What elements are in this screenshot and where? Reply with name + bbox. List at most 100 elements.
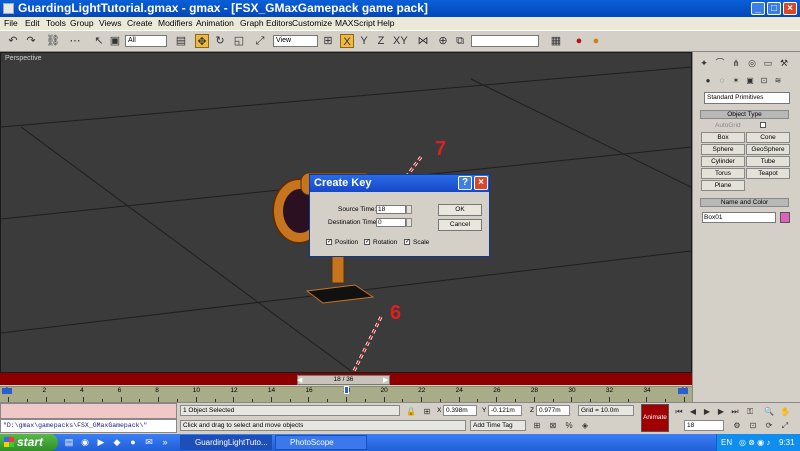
maximize-button[interactable]: □ [767, 2, 781, 15]
menu-customize[interactable]: Customize [292, 18, 332, 28]
quicklaunch-desktop-icon[interactable]: ▤ [62, 435, 76, 449]
sphere-button[interactable]: Sphere [701, 144, 745, 155]
time-slider[interactable]: 18 / 36 [297, 375, 390, 385]
align-icon[interactable]: ⊕ [436, 34, 450, 48]
menu-views[interactable]: Views [99, 18, 122, 28]
cylinder-button[interactable]: Cylinder [701, 156, 745, 167]
tube-button[interactable]: Tube [746, 156, 790, 167]
region-select-icon[interactable]: ▣ [108, 34, 122, 48]
ok-button[interactable]: OK [438, 204, 482, 216]
snap-toggle-icon[interactable]: ⊞ [530, 419, 544, 433]
go-to-start-icon[interactable]: ⏮ [672, 405, 686, 419]
task-photoscope[interactable]: PhotoScope [275, 435, 367, 450]
minimize-button[interactable]: _ [751, 2, 765, 15]
current-frame-marker[interactable] [344, 386, 349, 394]
hierarchy-tab-icon[interactable]: ⋔ [729, 56, 743, 70]
next-frame-icon[interactable]: ▶ [714, 405, 728, 419]
lock-icon[interactable]: 🔒 [404, 405, 418, 419]
move-icon[interactable]: ✥ [195, 34, 209, 48]
shapes-icon[interactable]: ◌ [715, 74, 729, 88]
transform-gizmo-icon[interactable]: ⤢ [253, 34, 267, 48]
spinner-snap-icon[interactable]: ◈ [578, 419, 592, 433]
utilities-tab-icon[interactable]: ⚒ [777, 56, 791, 70]
keyframe-start[interactable] [2, 388, 12, 394]
zoom-region-icon[interactable]: ⊡ [746, 419, 760, 433]
helpers-icon[interactable]: ⊡ [757, 74, 771, 88]
close-button[interactable]: × [783, 2, 797, 15]
maximize-viewport-icon[interactable]: ⤢ [778, 419, 792, 433]
select-arrow-icon[interactable]: ↖ [92, 34, 106, 48]
go-to-end-icon[interactable]: ⏭ [728, 405, 742, 419]
language-indicator[interactable]: EN [721, 434, 732, 451]
menu-graph-editors[interactable]: Graph Editors [240, 18, 292, 28]
constrain-x-icon[interactable]: X [340, 34, 354, 48]
position-checkbox[interactable]: ✓ [326, 239, 332, 245]
rotate-icon[interactable]: ↻ [213, 34, 227, 48]
z-coordinate-field[interactable]: 0.977m [536, 405, 570, 416]
select-by-name-icon[interactable]: ▤ [174, 34, 188, 48]
menu-edit[interactable]: Edit [25, 18, 40, 28]
named-selection-select[interactable] [471, 35, 539, 47]
teapot-button[interactable]: Teapot [746, 168, 790, 179]
absolute-mode-icon[interactable]: ⊞ [420, 405, 434, 419]
menu-maxscript[interactable]: MAXScript [335, 18, 375, 28]
keyframe-end[interactable] [678, 388, 688, 394]
menu-file[interactable]: File [4, 18, 18, 28]
constrain-xy-icon[interactable]: XY [393, 34, 408, 48]
material-editor-icon[interactable]: ▦ [549, 34, 563, 48]
display-tab-icon[interactable]: ▭ [761, 56, 775, 70]
undo-icon[interactable]: ↶ [6, 34, 20, 48]
animate-button[interactable]: Animate [641, 404, 669, 432]
snap-icon[interactable]: ⧉ [453, 34, 467, 48]
lights-icon[interactable]: ✶ [729, 74, 743, 88]
time-config-icon[interactable]: ⚙ [730, 419, 744, 433]
geosphere-button[interactable]: GeoSphere [746, 144, 790, 155]
motion-tab-icon[interactable]: ◎ [745, 56, 759, 70]
question-icon[interactable]: ? [458, 176, 472, 190]
source-time-spinner[interactable] [406, 205, 412, 214]
arc-rotate-icon[interactable]: ⟳ [762, 419, 776, 433]
slider-next-icon[interactable]: ▶ [383, 376, 388, 384]
constrain-y-icon[interactable]: Y [357, 34, 371, 48]
maxscript-mini-listener-top[interactable] [0, 403, 177, 419]
quick-render-icon[interactable]: ● [589, 34, 603, 48]
maxscript-mini-listener[interactable]: "D:\gmax\gamepacks\FSX_GMaxGamepack\" [0, 419, 177, 433]
menu-animation[interactable]: Animation [196, 18, 234, 28]
x-coordinate-field[interactable]: 0.398m [443, 405, 477, 416]
pivot-icon[interactable]: ⊞ [321, 34, 335, 48]
track-bar[interactable]: 024681012141618202224262830323436 [0, 386, 692, 402]
object-name-field[interactable]: Box01 [702, 212, 776, 223]
percent-snap-icon[interactable]: % [562, 419, 576, 433]
create-tab-icon[interactable]: ✦ [697, 56, 711, 70]
quicklaunch-more-icon[interactable]: » [158, 435, 172, 449]
task-gmax[interactable]: GuardingLightTuto... [180, 435, 272, 450]
unlink-icon[interactable]: ⋯ [68, 34, 82, 48]
play-icon[interactable]: ▶ [700, 405, 714, 419]
spacewarps-icon[interactable]: ≋ [771, 74, 785, 88]
autogrid-checkbox[interactable] [760, 122, 766, 128]
menu-tools[interactable]: Tools [46, 18, 66, 28]
previous-frame-icon[interactable]: ◀ [686, 405, 700, 419]
render-teapot-icon[interactable]: ● [572, 34, 586, 48]
y-coordinate-field[interactable]: -0.121m [488, 405, 522, 416]
selection-filter-select[interactable]: All [125, 35, 167, 47]
close-icon[interactable]: × [474, 176, 488, 190]
box-button[interactable]: Box [701, 132, 745, 143]
current-frame-field[interactable]: 18 [684, 420, 724, 431]
menu-help[interactable]: Help [377, 18, 394, 28]
cancel-button[interactable]: Cancel [438, 219, 482, 231]
destination-time-spinner[interactable] [406, 218, 412, 227]
zoom-icon[interactable]: 🔍 [762, 405, 776, 419]
add-time-tag[interactable]: Add Time Tag [470, 420, 526, 431]
tray-icons[interactable]: ◎ ⊗ ◉ ♪ [739, 434, 770, 451]
constrain-z-icon[interactable]: Z [374, 34, 388, 48]
key-mode-icon[interactable]: ⚿ [743, 405, 757, 419]
destination-time-field[interactable]: 0 [376, 218, 406, 227]
cameras-icon[interactable]: ▣ [743, 74, 757, 88]
torus-button[interactable]: Torus [701, 168, 745, 179]
redo-icon[interactable]: ↷ [24, 34, 38, 48]
rotation-checkbox[interactable]: ✓ [364, 239, 370, 245]
menu-group[interactable]: Group [70, 18, 94, 28]
name-color-header[interactable]: Name and Color [700, 198, 789, 207]
object-color-swatch[interactable] [780, 212, 790, 223]
